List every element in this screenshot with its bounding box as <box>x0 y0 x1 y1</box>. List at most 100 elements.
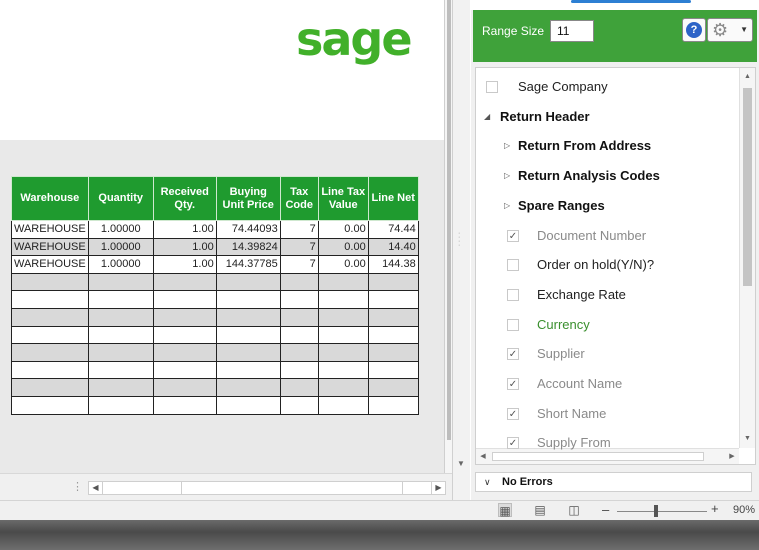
help-button[interactable]: ? <box>682 18 706 42</box>
table-header-row: Warehouse Quantity Received Qty. Buying … <box>11 176 419 221</box>
col-header-received-qty[interactable]: Received Qty. <box>152 176 217 221</box>
table-row-empty[interactable] <box>11 272 419 292</box>
cell-buying-unit-price[interactable]: 144.37785 <box>215 255 281 274</box>
panel-accent-bar <box>571 0 691 3</box>
cell-buying-unit-price[interactable]: 74.44093 <box>215 220 281 239</box>
horizontal-scroll-thumb[interactable] <box>181 482 403 494</box>
table-row-empty[interactable] <box>11 307 419 327</box>
checked-checkbox-icon[interactable]: ✓ <box>507 407 519 420</box>
table-row-empty[interactable] <box>11 360 419 380</box>
checked-checkbox-icon[interactable]: ✓ <box>507 348 519 361</box>
table-row[interactable]: WAREHOUSE 1.00000 1.00 14.39824 7 0.00 1… <box>11 237 419 257</box>
cell-warehouse[interactable]: WAREHOUSE <box>11 255 89 274</box>
tree-item-label: Currency <box>537 316 590 332</box>
checkbox-icon[interactable] <box>507 318 519 331</box>
col-header-warehouse[interactable]: Warehouse <box>11 176 89 221</box>
cell-buying-unit-price[interactable]: 14.39824 <box>215 237 281 257</box>
table-row-empty[interactable] <box>11 395 419 415</box>
panel-header: Range Size 11 ? ⚙ ▼ <box>473 10 757 62</box>
table-row-empty[interactable] <box>11 290 419 309</box>
splitter-grip-icon[interactable]: · · · · <box>458 230 462 249</box>
tree-item-label: Account Name <box>537 376 623 391</box>
checked-checkbox-icon[interactable]: ✓ <box>507 229 519 242</box>
col-header-buying-unit-price[interactable]: Buying Unit Price <box>215 176 281 221</box>
cell-received-qty[interactable]: 1.00 <box>152 220 217 239</box>
scroll-left-arrow-icon[interactable]: ◀ <box>89 482 103 494</box>
col-header-line-tax-value[interactable]: Line Tax Value <box>317 176 369 221</box>
cell-line-tax-value[interactable]: 0.00 <box>317 255 369 274</box>
tree-item-label: Return Header <box>500 108 590 124</box>
errors-section[interactable]: ∨ No Errors <box>475 472 752 492</box>
zoom-out-button[interactable]: – <box>602 502 609 517</box>
col-header-line-net[interactable]: Line Net <box>367 176 419 221</box>
cell-tax-code[interactable]: 7 <box>279 220 319 239</box>
zoom-in-button[interactable]: + <box>711 501 719 516</box>
split-grip-icon[interactable]: ⋮ <box>72 480 83 493</box>
page-layout-icon[interactable]: ▤ <box>533 503 547 517</box>
cell-line-net[interactable]: 14.40 <box>367 237 419 257</box>
table-row[interactable]: WAREHOUSE 1.00000 1.00 144.37785 7 0.00 … <box>11 255 419 274</box>
lines-table: Warehouse Quantity Received Qty. Buying … <box>11 176 419 415</box>
gear-icon: ⚙ <box>712 20 729 40</box>
col-header-quantity[interactable]: Quantity <box>87 176 154 221</box>
scroll-right-arrow-icon[interactable]: ▶ <box>725 449 739 464</box>
zoom-slider-thumb[interactable] <box>654 505 658 517</box>
scroll-down-arrow-icon[interactable]: ▼ <box>740 432 755 446</box>
errors-label: No Errors <box>502 476 553 488</box>
checkbox-icon[interactable] <box>507 288 519 301</box>
cell-warehouse[interactable]: WAREHOUSE <box>11 237 89 257</box>
cell-quantity[interactable]: 1.00000 <box>87 220 154 239</box>
cell-warehouse[interactable]: WAREHOUSE <box>11 220 89 239</box>
normal-view-icon[interactable]: ▦ <box>498 503 512 518</box>
cell-received-qty[interactable]: 1.00 <box>152 237 217 257</box>
checked-checkbox-icon[interactable]: ✓ <box>507 437 519 450</box>
expand-arrow-icon[interactable]: ◢ <box>484 106 490 128</box>
cell-quantity[interactable]: 1.00000 <box>87 255 154 274</box>
status-bar: ▦ ▤ ◫ – + 90% <box>0 500 759 520</box>
cell-tax-code[interactable]: 7 <box>279 237 319 257</box>
tree-vertical-scrollbar[interactable]: ▲ ▼ <box>739 68 755 448</box>
tree-item-label: Sage Company <box>518 79 608 94</box>
cell-tax-code[interactable]: 7 <box>279 255 319 274</box>
scroll-left-arrow-icon[interactable]: ◀ <box>476 449 490 464</box>
cell-line-net[interactable]: 144.38 <box>367 255 419 274</box>
tree-item-label: Order on hold(Y/N)? <box>537 257 655 273</box>
tree-item-label: Spare Ranges <box>518 197 605 213</box>
table-row-empty[interactable] <box>11 378 419 397</box>
tree-item-label: Short Name <box>537 405 607 421</box>
cell-line-net[interactable]: 74.44 <box>367 220 419 239</box>
pane-splitter[interactable]: · · · · ▼ <box>452 0 470 500</box>
tree-vscroll-thumb[interactable] <box>743 88 752 286</box>
zoom-slider[interactable] <box>617 511 707 512</box>
settings-dropdown-button[interactable]: ⚙ ▼ <box>707 18 753 42</box>
scroll-right-arrow-icon[interactable]: ▶ <box>431 482 445 494</box>
scroll-up-arrow-icon[interactable]: ▲ <box>740 70 755 84</box>
cell-line-tax-value[interactable]: 0.00 <box>317 237 369 257</box>
document-vertical-scrollbar[interactable] <box>444 0 452 473</box>
checkbox-icon[interactable] <box>486 81 498 93</box>
checkbox-icon[interactable] <box>507 259 519 272</box>
page-break-preview-icon[interactable]: ◫ <box>567 503 581 517</box>
range-panel: Range Size 11 ? ⚙ ▼ ▲ ▼ ◀ ▶ Sage Company… <box>471 0 759 500</box>
zoom-level[interactable]: 90% <box>733 504 755 516</box>
cell-received-qty[interactable]: 1.00 <box>152 255 217 274</box>
taskbar-strip <box>0 520 759 550</box>
tree-item-label: Exchange Rate <box>537 286 626 302</box>
col-header-tax-code[interactable]: Tax Code <box>279 176 319 221</box>
collapse-arrow-icon[interactable]: ▷ <box>504 135 510 157</box>
tree-item-label: Supply From <box>537 435 611 451</box>
sheet-tab-bar: ⋮ ◀ ▶ <box>0 473 460 500</box>
table-row-empty[interactable] <box>11 343 419 362</box>
collapse-arrow-icon[interactable]: ▷ <box>504 165 510 187</box>
scroll-down-arrow-icon[interactable]: ▼ <box>454 458 468 470</box>
chevron-down-icon[interactable]: ∨ <box>484 473 491 491</box>
range-size-input[interactable]: 11 <box>550 20 594 42</box>
table-row[interactable]: WAREHOUSE 1.00000 1.00 74.44093 7 0.00 7… <box>11 220 419 239</box>
document-vscroll-thumb[interactable] <box>447 0 451 440</box>
cell-quantity[interactable]: 1.00000 <box>87 237 154 257</box>
cell-line-tax-value[interactable]: 0.00 <box>317 220 369 239</box>
horizontal-scrollbar[interactable]: ◀ ▶ <box>88 481 446 495</box>
table-row-empty[interactable] <box>11 325 419 345</box>
checked-checkbox-icon[interactable]: ✓ <box>507 378 519 390</box>
collapse-arrow-icon[interactable]: ▷ <box>504 195 510 217</box>
